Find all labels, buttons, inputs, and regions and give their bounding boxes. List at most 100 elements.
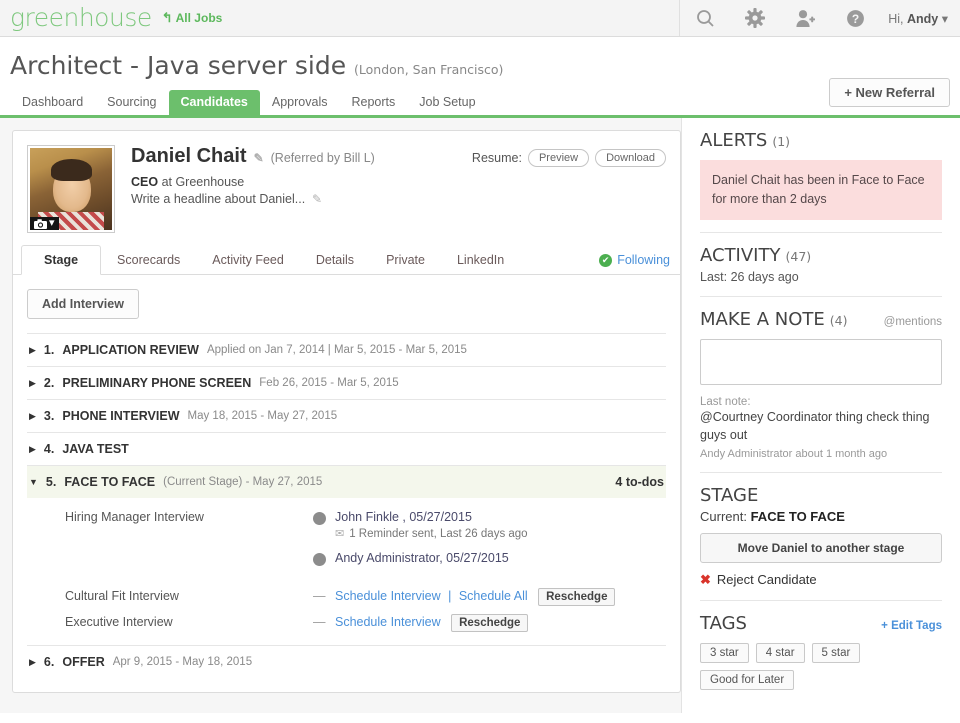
chevron-right-icon: ▶ [29, 443, 36, 454]
stage-number: 2. [43, 376, 55, 390]
referred-by: (Referred by Bill L) [270, 151, 375, 165]
interview-row-executive: Executive Interview — Schedule Interview… [27, 609, 666, 635]
activity-count: (47) [785, 248, 812, 264]
user-name: Andy [906, 11, 939, 26]
nav-item-approvals[interactable]: Approvals [260, 90, 340, 115]
nav-item-reports[interactable]: Reports [339, 90, 407, 115]
candidate-role: CEO [131, 175, 159, 189]
interviewer-name: Andy Administrator, 05/27/2015 [335, 551, 509, 565]
tag-item[interactable]: 5 star [811, 642, 861, 663]
edit-headline-pencil-icon[interactable]: ✎ [309, 192, 322, 206]
schedule-all-link[interactable]: Schedule All [459, 589, 528, 603]
greeting-prefix: Hi, [888, 11, 907, 26]
search-icon[interactable] [680, 0, 730, 36]
new-referral-button[interactable]: + New Referral [829, 78, 950, 107]
check-circle-icon: ✔ [599, 253, 613, 267]
reject-candidate-link[interactable]: ✖ Reject Candidate [700, 572, 942, 588]
stage-row-face-to-face[interactable]: ▼ 5. FACE TO FACE (Current Stage) - May … [27, 465, 666, 498]
stage-row-preliminary-phone-screen[interactable]: ▶ 2. PRELIMINARY PHONE SCREEN Feb 26, 20… [27, 366, 666, 399]
gear-icon[interactable] [730, 0, 780, 36]
interviewer-john-finkle: John Finkle , 05/27/2015 ✉ 1 Reminder se… [313, 510, 666, 540]
alerts-heading: ALERTS (1) [700, 130, 942, 151]
stage-panel: Add Interview ▶ 1. APPLICATION REVIEW Ap… [13, 275, 680, 692]
reschedule-button[interactable]: Reschedge [538, 588, 616, 606]
interview-row-cultural-fit: Cultural Fit Interview — Schedule Interv… [27, 583, 666, 609]
nav-item-dashboard[interactable]: Dashboard [10, 90, 95, 115]
stage-dates: Applied on Jan 7, 2014 | Mar 5, 2015 - M… [206, 344, 467, 356]
reject-x-icon: ✖ [700, 571, 711, 587]
add-interview-button[interactable]: Add Interview [27, 289, 139, 319]
stage-dates: Apr 9, 2015 - May 18, 2015 [112, 656, 253, 668]
mentions-link[interactable]: @mentions [884, 316, 942, 328]
interviewer-block: John Finkle , 05/27/2015 ✉ 1 Reminder se… [335, 510, 528, 540]
tab-details[interactable]: Details [300, 246, 370, 274]
avatar-dot-icon [313, 512, 326, 525]
candidate-headline[interactable]: Write a headline about Daniel... ✎ [131, 192, 666, 206]
tag-item[interactable]: Good for Later [700, 669, 795, 690]
back-arrow-icon: ↰ [161, 10, 173, 25]
svg-text:?: ? [852, 12, 859, 26]
edit-tags-link[interactable]: + Edit Tags [881, 620, 942, 632]
stage-dates: Feb 26, 2015 - Mar 5, 2015 [259, 377, 399, 389]
stage-number: 5. [45, 475, 57, 489]
last-note-label: Last note: [700, 395, 751, 408]
job-locations: (London, San Francisco) [354, 62, 504, 77]
nav-item-job-setup[interactable]: Job Setup [407, 90, 487, 115]
stage-row-java-test[interactable]: ▶ 4. JAVA TEST [27, 432, 666, 465]
tab-linkedin[interactable]: LinkedIn [441, 246, 520, 274]
interview-value: — Schedule Interview | Schedule All Resc… [313, 588, 666, 606]
chevron-down-icon: ▾ [941, 11, 948, 26]
edit-name-pencil-icon[interactable]: ✎ [254, 151, 264, 165]
avatar[interactable]: ▾ [27, 145, 115, 233]
schedule-interview-link[interactable]: Schedule Interview [335, 589, 441, 603]
alerts-section: ALERTS (1) Daniel Chait has been in Face… [700, 130, 942, 232]
stage-name: FACE TO FACE [64, 475, 156, 489]
empty-dash-icon: — [313, 589, 326, 603]
reschedule-button[interactable]: Reschedge [451, 614, 529, 632]
schedule-interview-link[interactable]: Schedule Interview [335, 615, 441, 629]
interviewer-name: John Finkle , 05/27/2015 [335, 510, 472, 524]
topbar-actions: ? Hi, Andy ▾ [679, 0, 960, 36]
chevron-right-icon: ▶ [29, 410, 36, 421]
activity-heading: ACTIVITY (47) [700, 245, 942, 266]
tag-item[interactable]: 4 star [755, 642, 805, 663]
tab-private[interactable]: Private [370, 246, 441, 274]
tab-scorecards[interactable]: Scorecards [101, 246, 196, 274]
all-jobs-link[interactable]: ↰ All Jobs [162, 10, 223, 26]
resume-preview-button[interactable]: Preview [527, 149, 590, 167]
empty-dash-icon: — [313, 615, 326, 629]
stage-row-application-review[interactable]: ▶ 1. APPLICATION REVIEW Applied on Jan 7… [27, 333, 666, 366]
nav-item-candidates[interactable]: Candidates [168, 90, 260, 115]
candidate-title: CEO at Greenhouse [131, 175, 666, 189]
help-icon[interactable]: ? [830, 0, 880, 36]
nav-item-sourcing[interactable]: Sourcing [95, 90, 168, 115]
add-user-icon[interactable] [780, 0, 830, 36]
interview-list: Hiring Manager Interview John Finkle , 0… [27, 498, 666, 646]
stage-dates: (Current Stage) - May 27, 2015 [163, 476, 323, 488]
note-input[interactable] [700, 338, 942, 385]
candidate-header: ▾ Daniel Chait ✎ (Referred by Bill L) CE… [13, 131, 680, 241]
user-menu[interactable]: Hi, Andy ▾ [880, 11, 960, 26]
following-toggle[interactable]: ✔ Following [599, 253, 670, 274]
current-stage-value: FACE TO FACE [750, 508, 845, 524]
resume-download-button[interactable]: Download [595, 149, 666, 167]
stage-name: PHONE INTERVIEW [62, 409, 180, 423]
greenhouse-logo[interactable]: greenhouse [0, 5, 152, 30]
alert-message[interactable]: Daniel Chait has been in Face to Face fo… [700, 160, 942, 220]
change-photo-button[interactable]: ▾ [30, 217, 59, 230]
stage-row-phone-interview[interactable]: ▶ 3. PHONE INTERVIEW May 18, 2015 - May … [27, 399, 666, 432]
interview-value: — Schedule Interview Reschedge [313, 614, 666, 632]
tab-activity-feed[interactable]: Activity Feed [196, 246, 300, 274]
tag-item[interactable]: 3 star [700, 642, 749, 663]
job-nav: Dashboard Sourcing Candidates Approvals … [10, 90, 950, 115]
candidate-name: Daniel Chait [131, 145, 247, 167]
move-stage-button[interactable]: Move Daniel to another stage [700, 532, 942, 563]
chevron-right-icon: ▶ [29, 377, 36, 388]
current-stage-label: Current: [700, 508, 751, 524]
current-stage-row: Current: FACE TO FACE [700, 509, 942, 524]
chevron-right-icon: ▶ [29, 656, 36, 667]
tab-stage[interactable]: Stage [21, 245, 102, 275]
interview-name: Executive Interview [65, 615, 173, 629]
stage-row-offer[interactable]: ▶ 6. OFFER Apr 9, 2015 - May 18, 2015 [27, 646, 666, 678]
candidate-card: ▾ Daniel Chait ✎ (Referred by Bill L) CE… [12, 130, 681, 693]
